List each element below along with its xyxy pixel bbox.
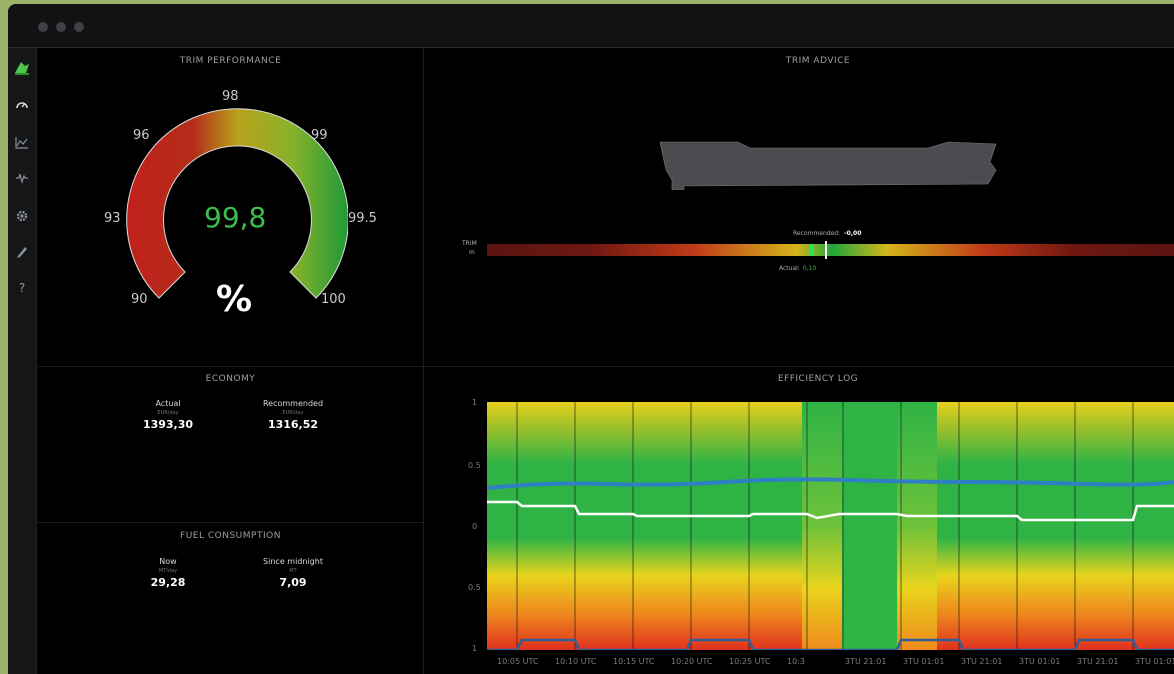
economy-actual: Actual EUR/day 1393,30 bbox=[142, 399, 194, 431]
trim-unit-label: m bbox=[469, 249, 475, 256]
divider bbox=[36, 366, 1174, 367]
gauge-tick: 99 bbox=[311, 128, 328, 143]
x-tick: 3TU 01:01 bbox=[1135, 657, 1174, 666]
fuel-since-midnight: Since midnight MT 7,09 bbox=[263, 557, 323, 589]
x-tick: 10:3 bbox=[787, 657, 805, 666]
x-axis: 10:05 UTC 10:10 UTC 10:15 UTC 10:20 UTC 10:2… bbox=[487, 657, 1174, 669]
app-window: ? TRIM PERFORMANCE 90 93 96 98 99 99.5 1… bbox=[8, 4, 1174, 674]
x-tick: 3TU 21:01 bbox=[845, 657, 887, 666]
title-bar bbox=[8, 4, 1174, 48]
y-tick: 0.5 bbox=[468, 583, 481, 592]
panel-title-efficiency-log: EFFICIENCY LOG bbox=[777, 374, 859, 384]
x-tick: 10:20 UTC bbox=[671, 657, 713, 666]
recommended-trim: Recommended: -0,00 bbox=[793, 230, 862, 237]
panel-title-economy: ECONOMY bbox=[205, 374, 256, 384]
sidebar: ? bbox=[8, 48, 37, 674]
x-tick: 10:15 UTC bbox=[613, 657, 655, 666]
trim-axis-label: TRIM bbox=[462, 240, 477, 247]
chart-icon[interactable] bbox=[12, 132, 32, 152]
ship-silhouette bbox=[659, 141, 997, 190]
panel-title-fuel-consumption: FUEL CONSUMPTION bbox=[180, 531, 281, 541]
x-tick: 3TU 01:01 bbox=[903, 657, 945, 666]
x-tick: 10:05 UTC bbox=[497, 657, 539, 666]
fuel-now: Now MT/day 29,28 bbox=[150, 557, 186, 589]
maximize-window-button[interactable] bbox=[74, 22, 84, 32]
efficiency-heatmap bbox=[487, 402, 1174, 650]
gauge-tick: 93 bbox=[104, 211, 121, 226]
panel-title-trim-performance: TRIM PERFORMANCE bbox=[179, 56, 282, 66]
x-tick: 10:10 UTC bbox=[555, 657, 597, 666]
x-tick: 3TU 21:01 bbox=[961, 657, 1003, 666]
gauge-icon[interactable] bbox=[12, 95, 32, 115]
help-icon[interactable]: ? bbox=[12, 278, 32, 298]
gauge-tick: 96 bbox=[133, 128, 150, 143]
y-tick: 0 bbox=[472, 522, 478, 531]
y-tick: 1 bbox=[472, 644, 478, 653]
x-tick: 3TU 01:01 bbox=[1019, 657, 1061, 666]
pen-icon[interactable] bbox=[12, 242, 32, 262]
gauge-tick: 90 bbox=[131, 292, 148, 307]
divider bbox=[36, 522, 423, 523]
y-tick: 1 bbox=[472, 398, 478, 407]
economy-recommended: Recommended EUR/day 1316,52 bbox=[262, 399, 324, 431]
minimize-window-button[interactable] bbox=[56, 22, 66, 32]
gauge-unit: % bbox=[216, 279, 253, 320]
gauge-tick: 98 bbox=[222, 89, 239, 104]
panel-title-trim-advice: TRIM ADVICE bbox=[785, 56, 851, 66]
x-tick: 3TU 21:01 bbox=[1077, 657, 1119, 666]
app-logo-icon bbox=[12, 58, 32, 78]
signal-icon[interactable] bbox=[12, 168, 32, 188]
gauge-value: 99,8 bbox=[204, 201, 267, 234]
gauge-tick: 100 bbox=[321, 292, 346, 307]
divider bbox=[423, 48, 424, 674]
recommended-marker bbox=[825, 241, 827, 259]
gauge-tick: 99.5 bbox=[348, 211, 377, 226]
close-window-button[interactable] bbox=[38, 22, 48, 32]
y-tick: 0.5 bbox=[468, 461, 481, 470]
actual-trim: Actual: 0,10 bbox=[779, 265, 817, 272]
gear-icon[interactable] bbox=[12, 206, 32, 226]
x-tick: 10:25 UTC bbox=[729, 657, 771, 666]
actual-marker bbox=[810, 244, 814, 256]
trim-scale-bar bbox=[487, 241, 1174, 259]
